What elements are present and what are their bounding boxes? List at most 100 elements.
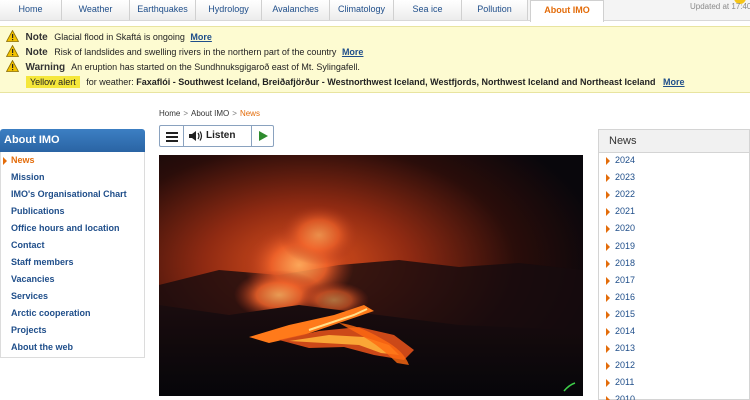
news-year-link[interactable]: 2016 bbox=[599, 289, 749, 306]
news-year-link[interactable]: 2023 bbox=[599, 169, 749, 186]
news-year-link[interactable]: 2021 bbox=[599, 203, 749, 220]
sidebar-item-about-the-web[interactable]: About the web bbox=[1, 339, 144, 356]
tab-hydrology[interactable]: Hydrology bbox=[196, 0, 262, 20]
sidebar-item-arctic-cooperation[interactable]: Arctic cooperation bbox=[1, 305, 144, 322]
news-year-link[interactable]: 2024 bbox=[599, 152, 749, 169]
news-year-link[interactable]: 2022 bbox=[599, 186, 749, 203]
alert-text: An eruption has started on the Sundhnuks… bbox=[71, 62, 360, 72]
breadcrumb-current: News bbox=[239, 109, 260, 118]
breadcrumb-home[interactable]: Home bbox=[159, 109, 180, 118]
tab-about-imo[interactable]: About IMO bbox=[530, 0, 604, 22]
more-link[interactable]: More bbox=[663, 77, 685, 87]
news-year-link[interactable]: 2011 bbox=[599, 374, 749, 391]
play-button[interactable] bbox=[251, 126, 273, 146]
top-navigation: Home Weather Earthquakes Hydrology Avala… bbox=[0, 0, 750, 22]
news-year-label: 2022 bbox=[615, 189, 636, 200]
weather-alert-row: Yellow alert for weather: Faxaflói - Sou… bbox=[6, 75, 685, 90]
warning-icon bbox=[6, 45, 19, 57]
tab-weather[interactable]: Weather bbox=[62, 0, 130, 20]
arrow-right-icon bbox=[606, 396, 610, 400]
alert-text: Glacial flood in Skaftá is ongoing bbox=[54, 32, 185, 42]
eruption-photo bbox=[159, 155, 583, 396]
news-year-label: 2011 bbox=[615, 377, 635, 388]
tab-sea-ice[interactable]: Sea ice bbox=[394, 0, 462, 20]
breadcrumb-about-imo[interactable]: About IMO bbox=[191, 109, 229, 118]
news-year-link[interactable]: 2010 bbox=[599, 391, 749, 400]
news-year-label: 2010 bbox=[615, 394, 636, 400]
sidebar-item-organisational-chart[interactable]: IMO's Organisational Chart bbox=[1, 186, 144, 203]
news-year-label: 2012 bbox=[615, 360, 636, 371]
eruption-photo-graphic bbox=[159, 155, 583, 396]
tab-avalanches[interactable]: Avalanches bbox=[262, 0, 330, 20]
listen-toolbar: Listen bbox=[159, 125, 274, 147]
tab-earthquakes[interactable]: Earthquakes bbox=[130, 0, 196, 20]
sidebar-title: About IMO bbox=[0, 129, 145, 152]
news-year-link[interactable]: 2014 bbox=[599, 323, 749, 340]
warning-icon bbox=[6, 30, 19, 42]
news-year-link[interactable]: 2017 bbox=[599, 272, 749, 289]
tab-climatology[interactable]: Climatology bbox=[330, 0, 394, 20]
arrow-right-icon bbox=[606, 328, 610, 336]
arrow-right-icon bbox=[606, 225, 610, 234]
sidebar-item-office-hours[interactable]: Office hours and location bbox=[1, 220, 144, 237]
sidebar: News Mission IMO's Organisational Chart … bbox=[0, 152, 145, 358]
more-link[interactable]: More bbox=[190, 32, 212, 42]
news-year-link[interactable]: 2018 bbox=[599, 255, 749, 272]
news-year-label: 2019 bbox=[615, 240, 636, 251]
alert-banner: Note Glacial flood in Skaftá is ongoing … bbox=[0, 26, 750, 93]
sidebar-item-mission[interactable]: Mission bbox=[1, 169, 144, 186]
arrow-right-icon bbox=[606, 208, 610, 217]
arrow-right-icon bbox=[606, 345, 610, 354]
arrow-right-icon bbox=[606, 157, 610, 165]
menu-icon[interactable] bbox=[160, 126, 184, 146]
news-year-label: 2013 bbox=[615, 343, 636, 354]
sidebar-item-staff-members[interactable]: Staff members bbox=[1, 254, 144, 271]
more-link[interactable]: More bbox=[342, 47, 364, 57]
alert-row: Warning An eruption has started on the S… bbox=[6, 60, 360, 75]
speaker-icon bbox=[189, 131, 203, 141]
sidebar-item-contact[interactable]: Contact bbox=[1, 237, 144, 254]
news-year-link[interactable]: 2020 bbox=[599, 220, 749, 237]
arrow-right-icon bbox=[606, 174, 610, 183]
news-year-link[interactable]: 2013 bbox=[599, 340, 749, 357]
news-year-link[interactable]: 2012 bbox=[599, 357, 749, 374]
sidebar-item-label: News bbox=[11, 155, 35, 165]
updated-time: Updated at 17:40 bbox=[690, 2, 750, 11]
news-year-label: 2020 bbox=[615, 223, 636, 234]
sidebar-item-projects[interactable]: Projects bbox=[1, 322, 144, 339]
alert-label: Note bbox=[25, 32, 48, 43]
play-icon bbox=[259, 131, 268, 141]
news-year-label: 2014 bbox=[615, 326, 636, 336]
news-year-label: 2018 bbox=[615, 257, 636, 268]
yellow-alert-badge: Yellow alert bbox=[26, 76, 80, 88]
news-year-label: 2016 bbox=[615, 291, 636, 302]
news-archive: News 2024 2023 2022 2021 2020 2019 2018 2017 201… bbox=[598, 129, 750, 400]
alert-row: Note Glacial flood in Skaftá is ongoing … bbox=[6, 30, 212, 45]
arrow-right-icon bbox=[3, 157, 7, 165]
listen-button[interactable]: Listen bbox=[185, 126, 251, 146]
listen-label: Listen bbox=[206, 130, 236, 141]
sidebar-item-vacancies[interactable]: Vacancies bbox=[1, 271, 144, 288]
sidebar-item-news[interactable]: News bbox=[1, 152, 144, 169]
sidebar-item-services[interactable]: Services bbox=[1, 288, 144, 305]
arrow-right-icon bbox=[606, 293, 610, 302]
breadcrumb-separator: > bbox=[232, 109, 237, 118]
arrow-right-icon bbox=[606, 379, 610, 388]
breadcrumb-separator: > bbox=[183, 109, 189, 118]
alert-row: Note Risk of landslides and swelling riv… bbox=[6, 45, 363, 60]
news-year-label: 2023 bbox=[615, 172, 636, 183]
tab-home[interactable]: Home bbox=[0, 0, 62, 20]
tab-pollution[interactable]: Pollution bbox=[462, 0, 528, 20]
page: Home Weather Earthquakes Hydrology Avala… bbox=[0, 0, 750, 400]
news-year-label: 2021 bbox=[615, 206, 636, 217]
alert-label: Note bbox=[25, 47, 48, 58]
news-year-label: 2017 bbox=[615, 274, 636, 285]
arrow-right-icon bbox=[606, 310, 610, 319]
news-year-label: 2024 bbox=[615, 155, 636, 165]
sidebar-item-publications[interactable]: Publications bbox=[1, 203, 144, 220]
news-year-link[interactable]: 2015 bbox=[599, 306, 749, 323]
warning-icon bbox=[6, 60, 19, 72]
alert-label: Warning bbox=[25, 62, 66, 73]
arrow-right-icon bbox=[606, 259, 610, 268]
news-year-link[interactable]: 2019 bbox=[599, 238, 749, 255]
